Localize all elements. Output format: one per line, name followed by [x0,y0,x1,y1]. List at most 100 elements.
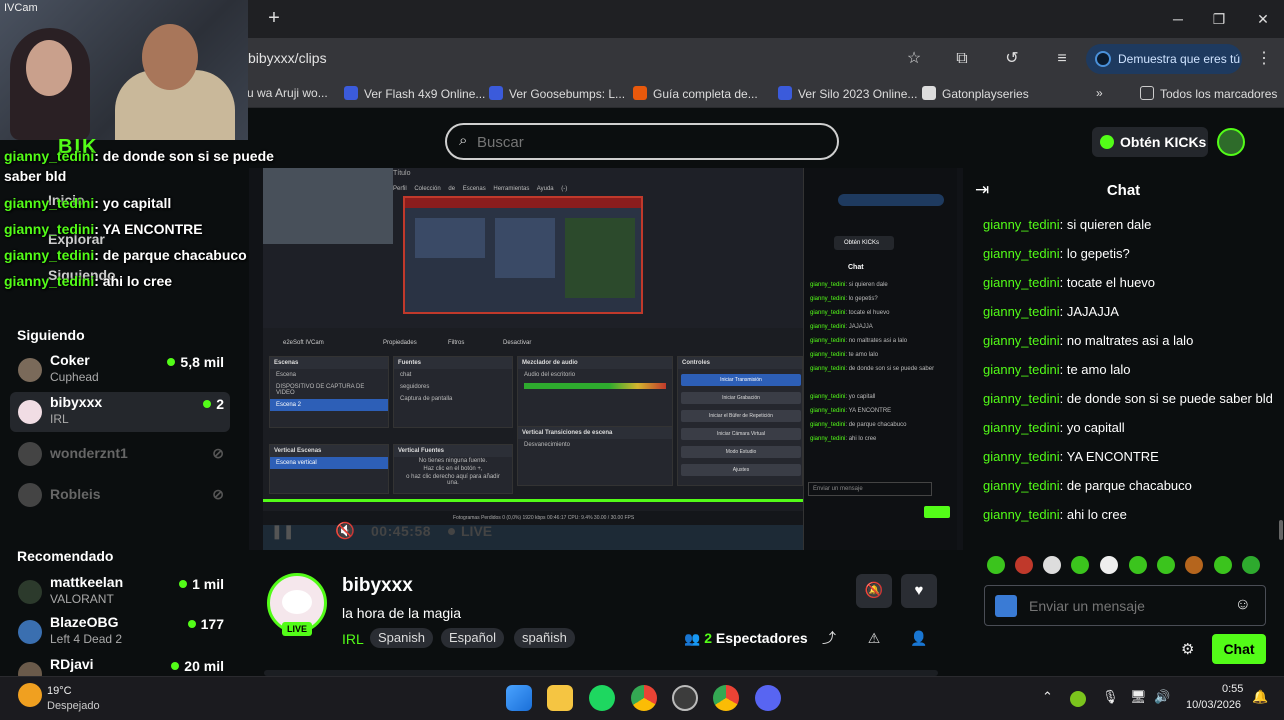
sidebar-channel-rdjavi[interactable]: RDjavi 20 mil [10,654,230,676]
bookmark-item[interactable]: u wa Aruji wo... [247,86,328,100]
stream-tag[interactable]: Spanish [370,628,433,648]
search-input[interactable] [477,131,817,153]
stream-tag[interactable]: Español [441,628,504,648]
chat-settings-icon[interactable]: ⚙ [1181,640,1194,658]
emote-icon[interactable] [1242,556,1260,574]
address-bar[interactable]: bibyxxx/clips [248,50,327,66]
bookmark-item[interactable]: Ver Flash 4x9 Online... [344,86,485,101]
play-icon[interactable]: ❚❚ [271,523,294,540]
clock-date[interactable]: 10/03/2026 [1186,699,1241,711]
sidebar-channel-wonderznt1[interactable]: wonderznt1 ⊘ [10,434,230,474]
report-icon[interactable]: ⚠ [864,628,884,648]
sidebar-channel-coker[interactable]: Coker Cuphead 5,8 mil [10,350,230,390]
chrome-active-icon[interactable] [713,685,739,711]
share-icon[interactable]: ⤴ [819,628,839,648]
player-elapsed-time: 00:45:58 [371,523,432,539]
history-icon[interactable]: ↺ [1001,48,1023,70]
chrome-icon[interactable] [631,685,657,711]
obs-scenes-panel: Escenas Escena DISPOSITIVO DE CAPTURA DE… [269,356,389,428]
search-bar[interactable]: ⌕ [445,123,839,160]
sidebar-channel-robleis[interactable]: Robleis ⊘ [10,475,230,515]
media-control-icon[interactable]: ≡ [1051,48,1073,70]
maximize-button[interactable]: ❐ [1207,8,1231,30]
follow-heart-icon[interactable]: ♥ [901,574,937,608]
sidebar: Siguiendo Coker Cuphead 5,8 mil bibyxxx … [0,320,240,676]
chat-message: gianny_tedini: ahi lo cree [983,507,1127,522]
emote-icon[interactable] [987,556,1005,574]
chrome-profile-icon[interactable] [672,685,698,711]
emote-icon[interactable] [1129,556,1147,574]
get-kicks-button[interactable]: Obtén KICKs [1092,127,1208,157]
close-window-button[interactable]: ✕ [1251,8,1275,30]
profile-label: Demuestra que eres tú [1118,52,1241,66]
bookmark-item[interactable]: Gatonplayseries [922,86,1029,101]
webcam-title: IVCam [4,2,38,14]
chat-scrollbar[interactable] [1279,520,1283,540]
chat-input[interactable] [1029,595,1229,617]
user-avatar[interactable] [1217,128,1245,156]
sidebar-channel-bibyxxx[interactable]: bibyxxx IRL 2 [10,392,230,432]
kick-emote-icon[interactable] [995,595,1017,617]
chat-title: Chat [1106,182,1141,199]
tray-overflow-icon[interactable]: ⌃ [1042,689,1053,705]
weather-icon[interactable] [18,683,42,707]
clock-time[interactable]: 0:55 [1222,683,1243,695]
offline-icon: ⊘ [212,445,224,461]
network-icon[interactable]: 🖥 [1130,689,1147,705]
discord-icon[interactable] [755,685,781,711]
viewer-count: 5,8 mil [167,354,224,370]
chat-input-box[interactable]: ☺ [984,585,1266,626]
emote-bar [985,556,1265,578]
gift-sub-icon[interactable]: 👤 [909,628,929,648]
bookmarks-overflow-icon[interactable]: » [1096,86,1103,100]
viewers-icon: 👥 [684,631,701,646]
stream-category-link[interactable]: IRL [342,631,364,647]
extensions-icon[interactable]: ⧉ [951,48,973,70]
bookmark-star-icon[interactable]: ☆ [903,48,925,70]
obs-settings-button: Ajustes [681,464,801,476]
obs-screenshare: Título Perfil Colección de Escenas Herra… [263,168,957,550]
tray-app-icon[interactable] [1070,691,1086,707]
obs-studio-mode-button: Modo Estudio [681,446,801,458]
all-bookmarks-folder[interactable]: Todos los marcadores [1140,86,1277,101]
emote-icon[interactable] [1185,556,1203,574]
weather-condition[interactable]: Despejado [47,700,100,712]
minimize-button[interactable]: ─ [1166,8,1190,30]
obs-filters-button: Filtros [448,340,465,346]
obs-vertical-sources-panel: Vertical Fuentes No tienes ninguna fuent… [393,444,513,494]
streamer-name[interactable]: bibyxxx [342,575,413,597]
emote-icon[interactable] [1214,556,1232,574]
obs-vertical-transitions-panel: Vertical Transiciones de escena Desvanec… [517,426,673,486]
chat-send-button[interactable]: Chat [1212,634,1266,664]
bookmark-favicon-icon [778,86,792,100]
start-menu-icon[interactable] [506,685,532,711]
bookmark-item[interactable]: Ver Goosebumps: L... [489,86,625,101]
emote-icon[interactable] [1071,556,1089,574]
stream-tag[interactable]: spañish [514,628,575,648]
browser-menu-icon[interactable]: ⋮ [1253,48,1275,70]
os-taskbar: 19°C Despejado ⌃ 🎙 🖥 🔊 0:55 10/03/2026 🔔 [0,676,1284,720]
emote-icon[interactable] [1015,556,1033,574]
spotify-icon[interactable] [589,685,615,711]
mute-icon[interactable]: 🔇 [335,521,355,541]
avatar [18,662,42,676]
new-tab-button[interactable]: + [262,8,286,30]
profile-button[interactable]: Demuestra que eres tú [1086,44,1242,74]
following-heading: Siguiendo [17,327,85,343]
emote-icon[interactable] [1157,556,1175,574]
sidebar-channel-mattkeelan[interactable]: mattkeelan VALORANT 1 mil [10,572,230,612]
bookmark-item[interactable]: Guía completa de... [633,86,758,101]
bookmark-favicon-icon [489,86,503,100]
volume-icon[interactable]: 🔊 [1154,689,1170,705]
notifications-icon[interactable]: 🔔 [1252,689,1268,705]
sidebar-channel-blazeobg[interactable]: BlazeOBG Left 4 Dead 2 177 [10,612,230,652]
emoji-picker-icon[interactable]: ☺ [1235,596,1251,614]
notifications-off-icon[interactable]: 🔕 [856,574,892,608]
emote-icon[interactable] [1100,556,1118,574]
weather-temperature[interactable]: 19°C [47,685,72,697]
video-player[interactable]: Título Perfil Colección de Escenas Herra… [249,168,963,550]
microphone-icon[interactable]: 🎙 [1102,689,1119,705]
emote-icon[interactable] [1043,556,1061,574]
file-explorer-icon[interactable] [547,685,573,711]
bookmark-item[interactable]: Ver Silo 2023 Online... [778,86,917,101]
